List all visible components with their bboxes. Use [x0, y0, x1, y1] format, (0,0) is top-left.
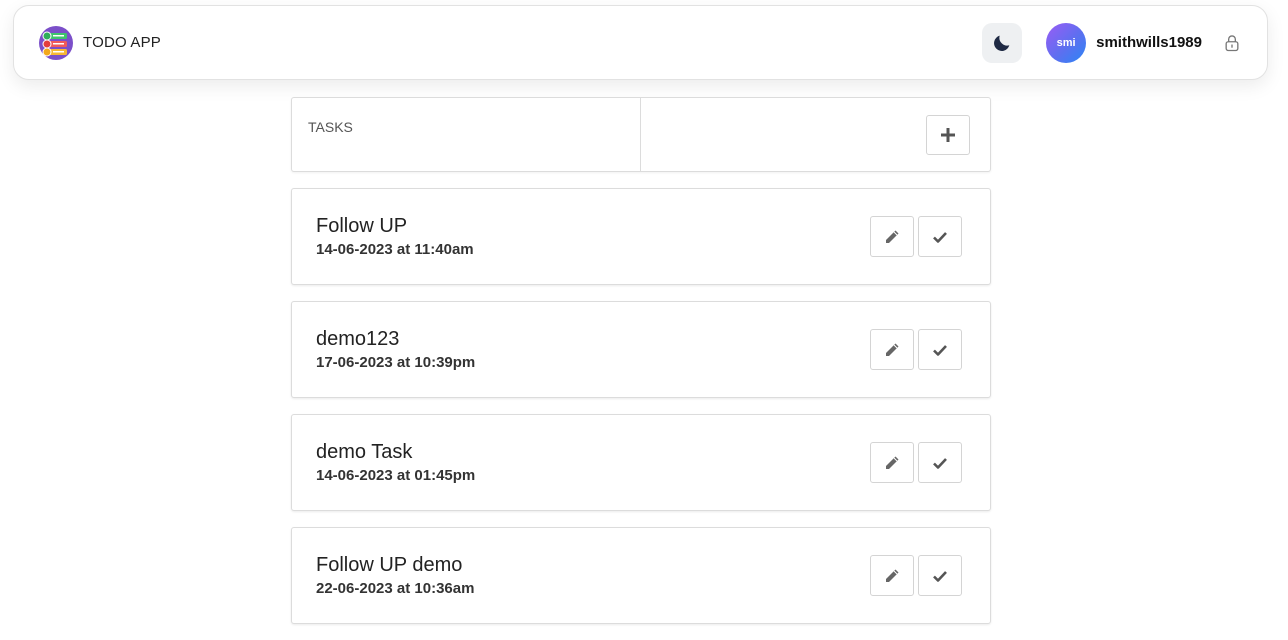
- app-title: TODO APP: [83, 34, 162, 51]
- check-icon: [933, 231, 947, 243]
- navbar-actions: smi smithwills1989: [982, 22, 1243, 63]
- task-title: Follow UP demo: [316, 554, 463, 576]
- pencil-icon: [886, 230, 899, 243]
- task-actions: [870, 329, 962, 370]
- check-icon: [933, 344, 947, 356]
- edit-task-button[interactable]: [870, 216, 914, 257]
- brand[interactable]: TODO APP: [38, 25, 161, 61]
- tasks-header-panel: TASKS: [291, 97, 991, 172]
- task-card: Follow UP demo 22-06-2023 at 10:36am: [291, 527, 991, 624]
- task-card: demo123 17-06-2023 at 10:39pm: [291, 301, 991, 398]
- task-actions: [870, 555, 962, 596]
- top-navbar: TODO APP smi smithwills1989: [13, 5, 1268, 80]
- task-title: Follow UP: [316, 215, 408, 237]
- task-info: demo123 17-06-2023 at 10:39pm: [316, 328, 475, 371]
- edit-task-button[interactable]: [870, 329, 914, 370]
- plus-icon: [941, 127, 955, 142]
- edit-task-button[interactable]: [870, 555, 914, 596]
- edit-task-button[interactable]: [870, 442, 914, 483]
- add-task-button[interactable]: [926, 114, 970, 155]
- task-title: demo Task: [316, 441, 413, 463]
- tasks-label: TASKS: [308, 119, 353, 135]
- lock-icon: [1225, 34, 1239, 51]
- complete-task-button[interactable]: [918, 216, 962, 257]
- task-info: Follow UP demo 22-06-2023 at 10:36am: [316, 554, 474, 597]
- check-icon: [933, 570, 947, 582]
- logout-lock-button[interactable]: [1221, 32, 1243, 54]
- tasks-action-cell: [641, 98, 990, 171]
- check-icon: [933, 457, 947, 469]
- moon-icon: [994, 35, 1010, 51]
- app-logo-icon: [39, 25, 73, 60]
- task-title: demo123: [316, 328, 400, 350]
- task-date: 14-06-2023 at 11:40am: [316, 241, 474, 258]
- tasks-label-cell: TASKS: [292, 98, 641, 171]
- username[interactable]: smithwills1989: [1096, 34, 1202, 51]
- user-avatar[interactable]: smi: [1046, 22, 1087, 63]
- complete-task-button[interactable]: [918, 329, 962, 370]
- task-card: demo Task 14-06-2023 at 01:45pm: [291, 414, 991, 511]
- theme-toggle-button[interactable]: [982, 22, 1023, 63]
- task-actions: [870, 442, 962, 483]
- pencil-icon: [886, 456, 899, 469]
- pencil-icon: [886, 343, 899, 356]
- task-actions: [870, 216, 962, 257]
- complete-task-button[interactable]: [918, 442, 962, 483]
- task-info: demo Task 14-06-2023 at 01:45pm: [316, 441, 475, 484]
- task-card: Follow UP 14-06-2023 at 11:40am: [291, 188, 991, 285]
- task-date: 17-06-2023 at 10:39pm: [316, 354, 476, 371]
- task-list: Follow UP 14-06-2023 at 11:40am demo123 …: [291, 188, 991, 640]
- pencil-icon: [886, 569, 899, 582]
- task-info: Follow UP 14-06-2023 at 11:40am: [316, 215, 474, 258]
- complete-task-button[interactable]: [918, 555, 962, 596]
- task-date: 14-06-2023 at 01:45pm: [316, 467, 476, 484]
- task-date: 22-06-2023 at 10:36am: [316, 580, 475, 597]
